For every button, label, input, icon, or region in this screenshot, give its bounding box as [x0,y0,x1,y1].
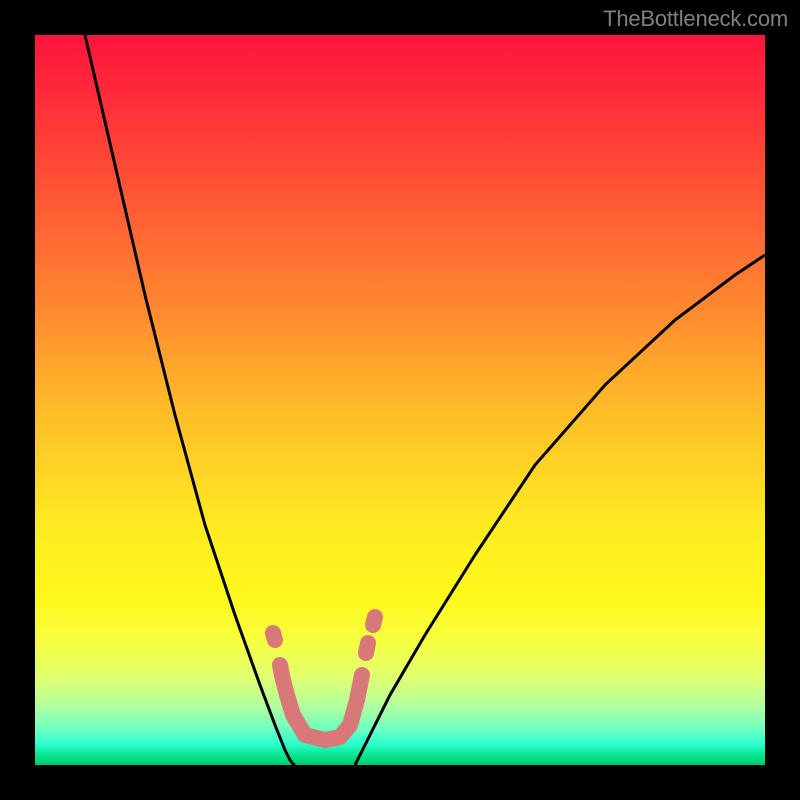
series-left-curve [85,35,295,765]
curve-layer [35,35,765,765]
chart-frame: TheBottleneck.com [0,0,800,800]
series-bottom-pink-connector [280,665,362,740]
series-pink-dot-right-mid [366,643,368,653]
series-pink-dot-right-upper [373,617,375,625]
series-pink-dot-left-upper [273,633,275,640]
series-right-curve [355,255,765,765]
watermark-label: TheBottleneck.com [603,6,788,32]
plot-area [35,35,765,765]
